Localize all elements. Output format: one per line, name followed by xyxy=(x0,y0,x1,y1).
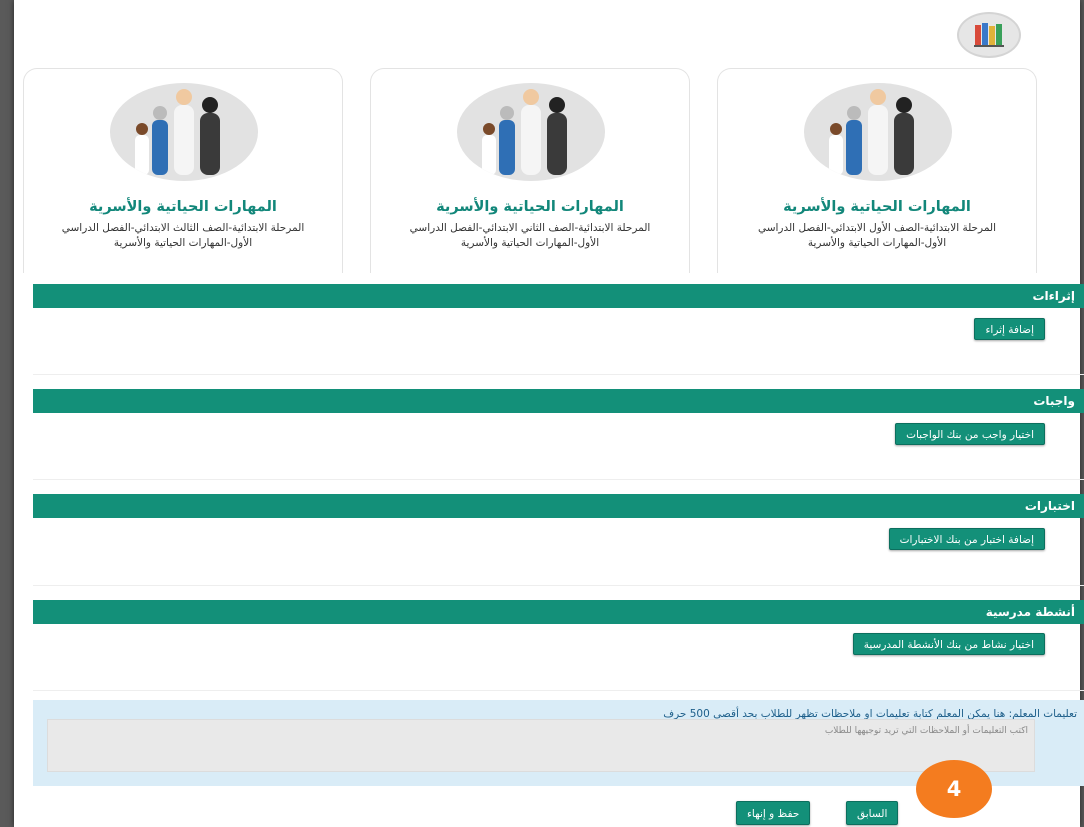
card-subtitle-line1: المرحلة الابتدائية-الصف الأول الابتدائي-… xyxy=(757,222,997,234)
page-frame: المهارات الحياتية والأسرية المرحلة الابت… xyxy=(14,0,1084,827)
course-card-grade3[interactable]: المهارات الحياتية والأسرية المرحلة الابت… xyxy=(23,68,343,273)
card-title: المهارات الحياتية والأسرية xyxy=(783,199,971,215)
card-subtitle: المرحلة الابتدائية-الصف الثالث الابتدائي… xyxy=(36,221,330,251)
divider xyxy=(33,374,1084,375)
section-header-enrichments: إثراءات xyxy=(33,284,1084,308)
divider xyxy=(33,690,1084,691)
save-finish-button[interactable]: حفظ و إنهاء xyxy=(736,801,811,825)
step-badge: 4 xyxy=(916,760,992,818)
card-subtitle-line2: الأول-المهارات الحياتية والأسرية xyxy=(807,237,947,249)
course-card-grade2[interactable]: المهارات الحياتية والأسرية المرحلة الابت… xyxy=(370,68,690,273)
card-subtitle-line2: الأول-المهارات الحياتية والأسرية xyxy=(113,237,253,249)
family-illustration-icon xyxy=(804,83,952,181)
choose-activity-button[interactable]: اختيار نشاط من بنك الأنشطة المدرسية xyxy=(852,633,1045,655)
card-subtitle: المرحلة الابتدائية-الصف الأول الابتدائي-… xyxy=(730,221,1024,251)
card-subtitle-line1: المرحلة الابتدائية-الصف الثاني الابتدائي… xyxy=(409,222,651,234)
card-subtitle-line2: الأول-المهارات الحياتية والأسرية xyxy=(460,237,600,249)
course-card-grade1[interactable]: المهارات الحياتية والأسرية المرحلة الابت… xyxy=(717,68,1037,273)
books-logo-icon xyxy=(957,12,1021,58)
card-subtitle-line1: المرحلة الابتدائية-الصف الثالث الابتدائي… xyxy=(61,222,305,234)
card-title: المهارات الحياتية والأسرية xyxy=(436,199,624,215)
teacher-notes-textarea[interactable]: اكتب التعليمات أو الملاحظات التي تريد تو… xyxy=(47,719,1035,772)
section-header-activities: أنشطة مدرسية xyxy=(33,600,1084,624)
choose-homework-button[interactable]: اختيار واجب من بنك الواجبات xyxy=(895,423,1045,445)
add-enrichment-button[interactable]: إضافة إثراء xyxy=(974,318,1045,340)
add-test-button[interactable]: إضافة اختبار من بنك الاختبارات xyxy=(888,528,1045,550)
section-header-tests: اختبارات xyxy=(33,494,1084,518)
teacher-notes-placeholder: اكتب التعليمات أو الملاحظات التي تريد تو… xyxy=(824,726,1028,736)
previous-button[interactable]: السابق xyxy=(846,801,899,825)
card-subtitle: المرحلة الابتدائية-الصف الثاني الابتدائي… xyxy=(383,221,677,251)
section-header-homework: واجبات xyxy=(33,389,1084,413)
card-title: المهارات الحياتية والأسرية xyxy=(89,199,277,215)
divider xyxy=(33,585,1084,586)
divider xyxy=(33,479,1084,480)
family-illustration-icon xyxy=(457,83,605,181)
family-illustration-icon xyxy=(110,83,258,181)
